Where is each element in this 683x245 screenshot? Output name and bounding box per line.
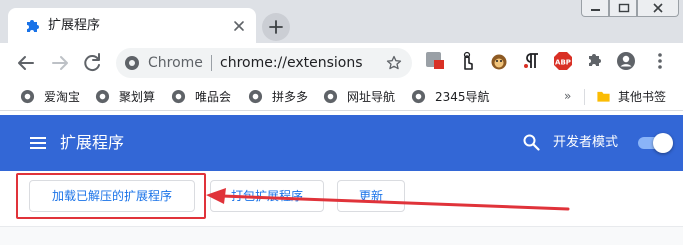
address-bar[interactable]: Chrome chrome://extensions [116, 48, 412, 78]
back-arrow-icon[interactable] [14, 51, 38, 75]
monkey-extension-icon[interactable] [489, 51, 509, 71]
tab-close-icon[interactable] [230, 17, 248, 35]
bookmark-label: 网址导航 [347, 90, 396, 104]
extensions-header: 扩展程序 开发者模式 [0, 115, 683, 171]
reload-icon[interactable] [80, 51, 104, 75]
chrome-site-icon [125, 56, 139, 70]
page-title: 扩展程序 [60, 133, 125, 152]
window-maximize-button[interactable] [609, 0, 637, 17]
address-site-label: Chrome [148, 55, 203, 71]
tab-extensions[interactable]: 扩展程序 [8, 8, 256, 43]
bookmark-item[interactable]: 网址导航 [323, 88, 405, 106]
bookmark-label: 拼多多 [272, 90, 309, 104]
bookmark-item[interactable]: 聚划算 [95, 88, 165, 106]
adblock-badge-text: ABP [555, 59, 571, 67]
window-close-button[interactable] [637, 0, 679, 17]
tab-title: 扩展程序 [48, 18, 101, 33]
profile-avatar-icon[interactable] [616, 51, 636, 71]
minimize-icon [591, 9, 600, 11]
adblock-plus-icon[interactable]: ABP [553, 51, 573, 71]
forward-arrow-icon[interactable] [48, 51, 72, 75]
bookmark-item[interactable]: 2345导航 [411, 88, 493, 106]
bookmark-star-icon[interactable] [386, 55, 402, 71]
globe-icon [171, 89, 186, 104]
paragraph-extension-icon[interactable] [521, 51, 541, 71]
bookmark-label: 2345导航 [435, 90, 490, 104]
hamburger-menu-icon[interactable] [29, 134, 47, 152]
bookmark-label: 聚划算 [119, 90, 156, 104]
globe-icon [20, 89, 35, 104]
toggle-knob [653, 133, 673, 153]
globe-icon [95, 89, 110, 104]
extensions-content-area [0, 227, 683, 245]
window-minimize-button[interactable] [581, 0, 609, 17]
maximize-icon [618, 3, 630, 13]
other-bookmarks-label: 其他书签 [618, 90, 667, 104]
screenshot-extension-icon[interactable] [425, 51, 445, 71]
extensions-puzzle-icon[interactable] [585, 51, 605, 71]
other-bookmarks-folder[interactable]: 其他书签 [596, 88, 676, 106]
globe-icon [248, 89, 263, 104]
tab-strip: 扩展程序 [0, 0, 683, 43]
developer-mode-label: 开发者模式 [553, 135, 619, 150]
extensions-action-row: 加载已解压的扩展程序 打包扩展程序 更新 [0, 171, 683, 227]
search-icon[interactable] [522, 133, 540, 151]
bookmarks-bar: 爱淘宝 聚划算 唯品会 拼多多 网址导航 2345导航 » 其他书签 [0, 83, 683, 111]
more-menu-icon[interactable] [650, 51, 670, 71]
puzzle-icon [27, 20, 39, 32]
bookmark-item[interactable]: 唯品会 [171, 88, 241, 106]
address-separator [211, 55, 212, 71]
bookmarks-divider [584, 89, 585, 105]
bookmark-item[interactable]: 爱淘宝 [20, 88, 90, 106]
new-tab-button[interactable] [262, 13, 290, 41]
developer-mode-toggle[interactable] [633, 132, 673, 154]
globe-icon [323, 89, 338, 104]
bookmark-label: 唯品会 [195, 90, 232, 104]
close-icon [653, 3, 663, 13]
bookmark-item[interactable]: 拼多多 [248, 88, 318, 106]
annotation-arrow [206, 188, 570, 211]
touch-extension-icon[interactable] [457, 51, 477, 71]
address-url[interactable]: chrome://extensions [220, 55, 363, 71]
globe-icon [411, 89, 426, 104]
plus-icon [269, 20, 283, 34]
bookmark-label: 爱淘宝 [44, 90, 81, 104]
bookmarks-overflow-button[interactable]: » [564, 88, 571, 104]
browser-toolbar: Chrome chrome://extensions ABP [0, 43, 683, 83]
folder-icon [597, 91, 610, 102]
